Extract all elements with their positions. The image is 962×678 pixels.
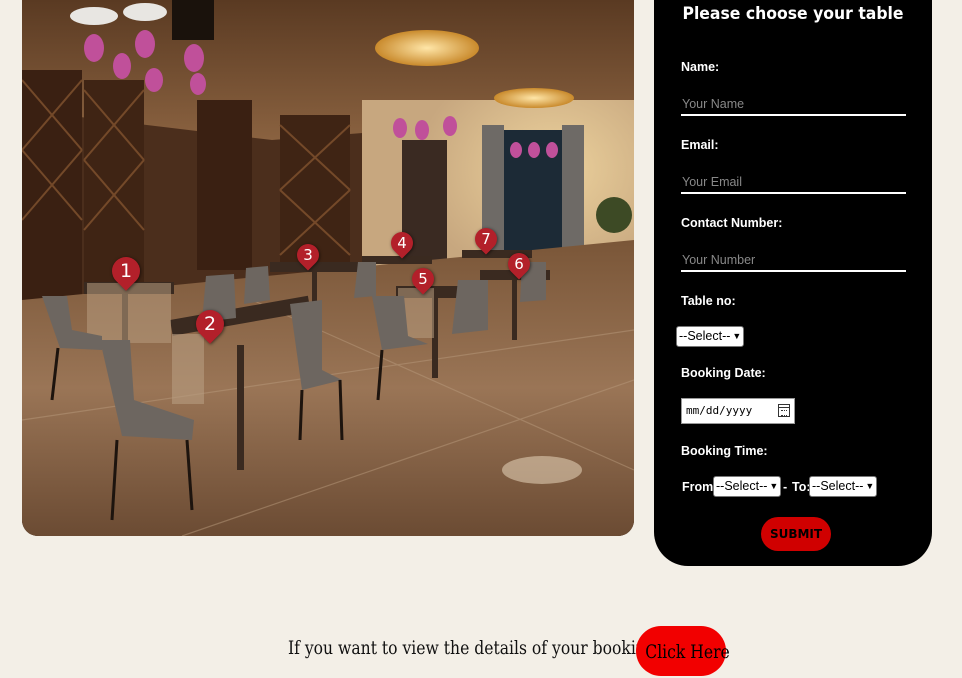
table-marker-3[interactable]: 3 [292,239,324,274]
contact-number-label: Contact Number: [681,216,783,230]
form-title: Please choose your table [682,4,904,24]
table-no-select[interactable]: --Select-- ▼ [676,326,744,347]
chevron-down-icon: ▼ [865,481,875,491]
click-here-button[interactable]: Click Here [636,626,730,676]
email-label: Email: [681,138,719,152]
table-marker-7[interactable]: 7 [470,223,502,258]
table-marker-1[interactable]: 1 [106,251,146,295]
booking-date-input[interactable]: mm/dd/yyyy [681,398,795,424]
table-marker-5[interactable]: 5 [407,263,439,298]
table-no-label: Table no: [681,294,736,308]
name-label: Name: [681,60,720,74]
calendar-icon[interactable] [778,404,790,417]
booking-time-label: Booking Time: [681,444,768,458]
table-marker-6[interactable]: 6 [503,248,535,283]
table-marker-2[interactable]: 2 [190,304,230,348]
chevron-down-icon: ▼ [769,481,779,491]
restaurant-photo: 1 2 3 4 5 6 7 [22,0,634,536]
from-time-select[interactable]: --Select-- ▼ [713,476,781,497]
submit-button[interactable]: SUBMIT [761,517,831,551]
email-input[interactable] [681,172,906,194]
name-input[interactable] [681,94,906,116]
table-marker-4[interactable]: 4 [386,227,418,262]
view-booking-text: If you want to view the details of your … [288,637,656,659]
booking-date-label: Booking Date: [681,366,766,380]
contact-number-input[interactable] [681,250,906,272]
to-time-select[interactable]: --Select-- ▼ [809,476,877,497]
chevron-down-icon: ▼ [732,331,742,341]
time-separator: - [783,480,788,494]
to-label: To: [792,480,811,494]
booking-form-panel: Please choose your table Name: Email: Co… [654,0,932,566]
